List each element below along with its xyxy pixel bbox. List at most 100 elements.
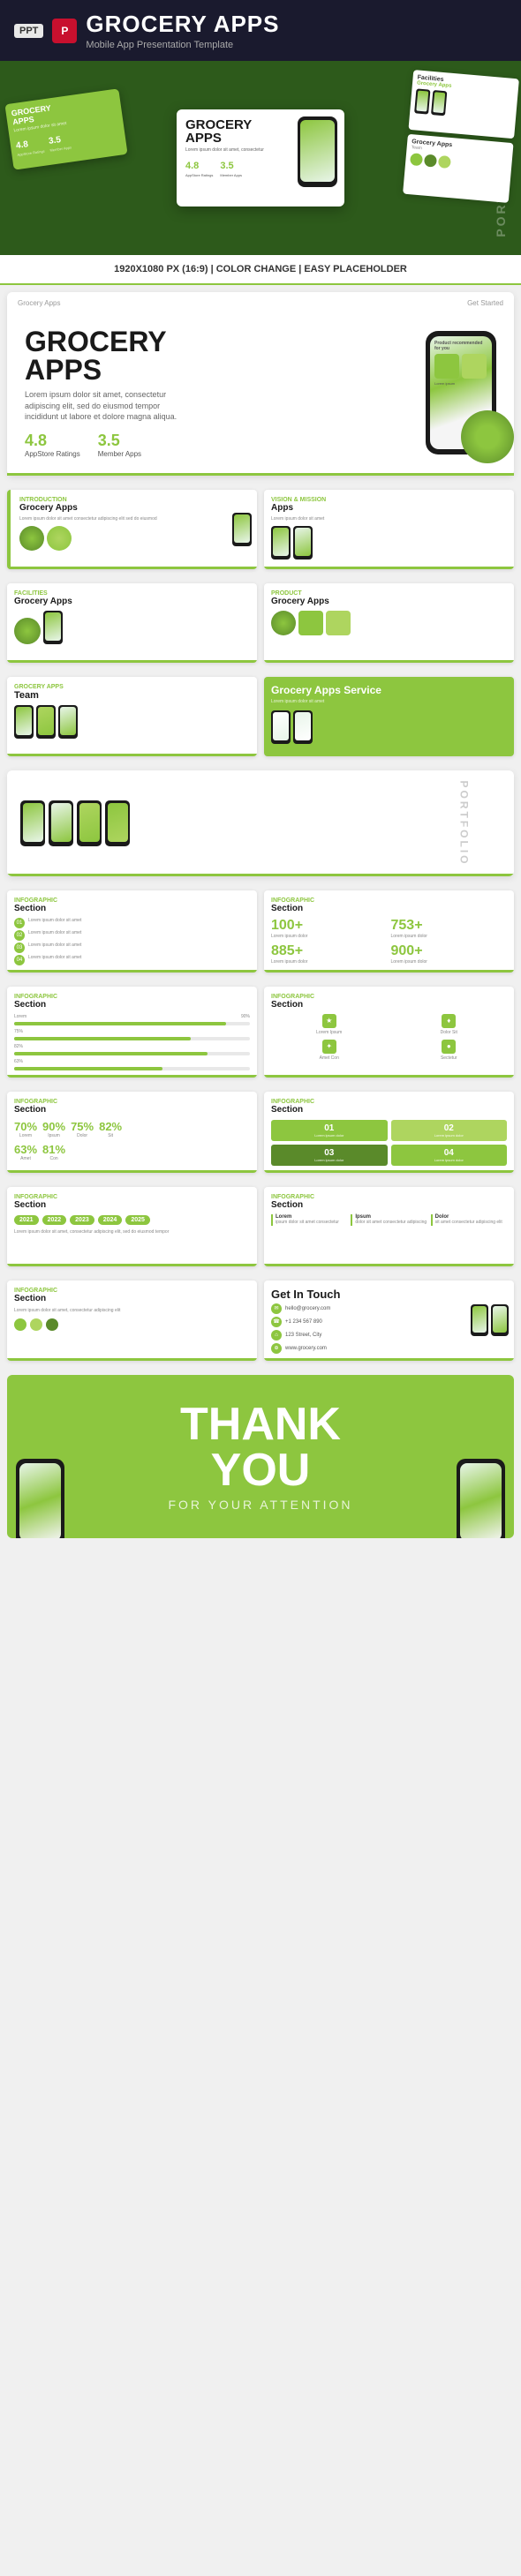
infographic-2b-bar: [264, 1075, 514, 1078]
vision-title: Apps: [271, 503, 507, 514]
team-title: Team: [14, 690, 250, 702]
infographic-4a-title: Section: [14, 1200, 250, 1211]
team-label: Grocery Apps: [14, 684, 250, 690]
infographic-1b-label: Infographic: [271, 897, 507, 904]
icon-boxes: ★ Lorem Ipsum ♦ Dolor Sit ✦ Amet Con ● S…: [271, 1014, 507, 1062]
year-2025: 2025: [125, 1215, 150, 1225]
contact-email-icon: ✉: [271, 1303, 282, 1314]
vision-label: Vision & Mission: [271, 497, 507, 503]
contact-web-icon: ⊕: [271, 1343, 282, 1354]
pct-bottom: 63% Amet 81% Con: [14, 1143, 250, 1162]
product-bottom-bar: [264, 660, 514, 663]
stat1-num: 4.8: [25, 432, 80, 450]
infographic-grid-4: Infographic Section 2021 2022 2023 2024 …: [0, 1180, 521, 1273]
ppt-icon: P: [52, 19, 77, 43]
header-subtitle: Mobile App Presentation Template: [86, 40, 279, 50]
intro-phone: [232, 513, 252, 546]
info-bar: 1920X1080 PX (16:9) | COLOR CHANGE | EAS…: [0, 255, 521, 285]
intro-bottom-bar: [7, 567, 257, 569]
slides-grid-row2: Facilities Grocery Apps Product Grocery …: [0, 576, 521, 670]
contact-phone-icon: ☎: [271, 1317, 282, 1327]
thankyou-slide: THANK YOU FOR YOUR ATTENTION: [7, 1375, 514, 1538]
portfolio-phones: [20, 784, 130, 863]
infographic-3b-bar: [264, 1170, 514, 1173]
team-slide: Grocery Apps Team: [7, 677, 257, 756]
food-decoration: [461, 410, 514, 463]
thankyou-phone-left: [16, 1459, 64, 1538]
product-label: Product: [271, 590, 507, 597]
infographic-slide-5a: Infographic Section Lorem ipsum dolor si…: [7, 1280, 257, 1361]
infographic-1a-items: 01Lorem ipsum dolor sit amet 02Lorem ips…: [14, 918, 250, 965]
contact-address-text: 123 Street, City: [285, 1333, 321, 1338]
slide-top-right: Get Started: [467, 299, 503, 307]
vision-slide: Vision & Mission Apps Lorem ipsum dolor …: [264, 490, 514, 569]
progress-bars: Lorem90% 75% 82% 63%: [14, 1014, 250, 1070]
contact-address-icon: ⌂: [271, 1330, 282, 1341]
contact-web-text: www.grocery.com: [285, 1346, 327, 1351]
infographic-1b-bar: [264, 970, 514, 973]
infographic-slide-1b: Infographic Section 100+Lorem ipsum dolo…: [264, 890, 514, 973]
infographic-5a-text: Lorem ipsum dolor sit amet, consectetur …: [14, 1308, 250, 1314]
infographic-2b-label: Infographic: [271, 994, 507, 1000]
infographic-2a-label: Infographic: [14, 994, 250, 1000]
main-description: Lorem ipsum dolor sit amet, consectetur …: [25, 389, 184, 423]
stat2-label: Member Apps: [98, 450, 141, 458]
intro-phone-screen: [234, 514, 250, 543]
infographic-slide-3b: Infographic Section 01 Lorem ipsum dolor…: [264, 1092, 514, 1173]
infographic-4b-label: Infographic: [271, 1194, 507, 1200]
thankyou-phone-left-screen: [19, 1463, 61, 1538]
thankyou-phone-right-screen: [460, 1463, 502, 1538]
team-bottom-bar: [7, 754, 257, 756]
service-slide: Grocery Apps Service Lorem ipsum dolor s…: [264, 677, 514, 756]
infographic-grid-5: Infographic Section Lorem ipsum dolor si…: [0, 1273, 521, 1368]
service-text: Lorem ipsum dolor sit amet: [271, 699, 507, 705]
slides-grid-row1: Introduction Grocery Apps Lorem ipsum do…: [0, 483, 521, 576]
intro-label: Introduction: [19, 497, 250, 503]
intro-slide: Introduction Grocery Apps Lorem ipsum do…: [7, 490, 257, 569]
year-timeline: 2021 2022 2023 2024 2025: [14, 1215, 250, 1225]
contact-bottom-bar: [264, 1358, 514, 1361]
main-slide-text: GROCERY APPS Lorem ipsum dolor sit amet,…: [25, 327, 408, 458]
infographic-slide-4b: Infographic Section Lorem ipsum dolor si…: [264, 1187, 514, 1266]
intro-text: Lorem ipsum dolor sit amet consectetur a…: [19, 516, 250, 522]
infographic-5a-bar: [7, 1358, 257, 1361]
collage-slide-main: GROCERYAPPS Lorem ipsum dolor sit amet, …: [177, 109, 344, 207]
header-title: GROCERY APPS: [86, 11, 279, 38]
infographic-slide-3a: Infographic Section 70% Lorem 90% Ipsum …: [7, 1092, 257, 1173]
thankyou-line2: YOU: [211, 1447, 311, 1493]
colored-boxes: 01 Lorem ipsum dolor 02 Lorem ipsum dolo…: [271, 1120, 507, 1166]
year-2021: 2021: [14, 1215, 39, 1225]
pct-circles: 70% Lorem 90% Ipsum 75% Dolor 82% Sit: [14, 1120, 250, 1139]
facilities-title: Grocery Apps: [14, 597, 250, 607]
intro-title: Grocery Apps: [19, 503, 250, 514]
main-slide: Grocery Apps Get Started GROCERY APPS Lo…: [7, 292, 514, 476]
infographic-3a-bar: [7, 1170, 257, 1173]
thankyou-line1: THANK: [180, 1401, 341, 1447]
stat1-label: AppStore Ratings: [25, 450, 80, 458]
year-2024: 2024: [98, 1215, 123, 1225]
contact-slide: Get In Touch ✉ hello@grocery.com ☎ +1 23…: [264, 1280, 514, 1361]
infographic-4a-label: Infographic: [14, 1194, 250, 1200]
infographic-slide-1a: Infographic Section 01Lorem ipsum dolor …: [7, 890, 257, 973]
main-title-line2: APPS: [25, 356, 408, 384]
infographic-3a-label: Infographic: [14, 1099, 250, 1105]
product-slide: Product Grocery Apps: [264, 583, 514, 663]
infographic-2a-bar: [7, 1075, 257, 1078]
stat1: 4.8 AppStore Ratings: [25, 432, 80, 458]
infographic-slide-2a: Infographic Section Lorem90% 75% 82% 63%: [7, 987, 257, 1078]
year-2022: 2022: [42, 1215, 67, 1225]
infographic-1a-label: Infographic: [14, 897, 250, 904]
infographic-slide-4a: Infographic Section 2021 2022 2023 2024 …: [7, 1187, 257, 1266]
slide-header-bar: Grocery Apps Get Started: [18, 299, 503, 307]
service-title: Grocery Apps Service: [271, 684, 507, 696]
facilities-slide: Facilities Grocery Apps: [7, 583, 257, 663]
slides-grid-row3: Grocery Apps Team Grocery Apps Service L…: [0, 670, 521, 763]
column-texts: Lorem ipsum dolor sit amet consectetur I…: [271, 1214, 507, 1226]
infographic-1b-stats: 100+Lorem ipsum dolor 753+Lorem ipsum do…: [271, 918, 507, 965]
infographic-1a-title: Section: [14, 904, 250, 914]
contact-phone-text: +1 234 567 890: [285, 1319, 322, 1325]
infographic-5a-icons: [14, 1318, 250, 1331]
infographic-5a-label: Infographic: [14, 1288, 250, 1294]
infographic-grid-1: Infographic Section 01Lorem ipsum dolor …: [0, 883, 521, 980]
infographic-2a-title: Section: [14, 1000, 250, 1010]
